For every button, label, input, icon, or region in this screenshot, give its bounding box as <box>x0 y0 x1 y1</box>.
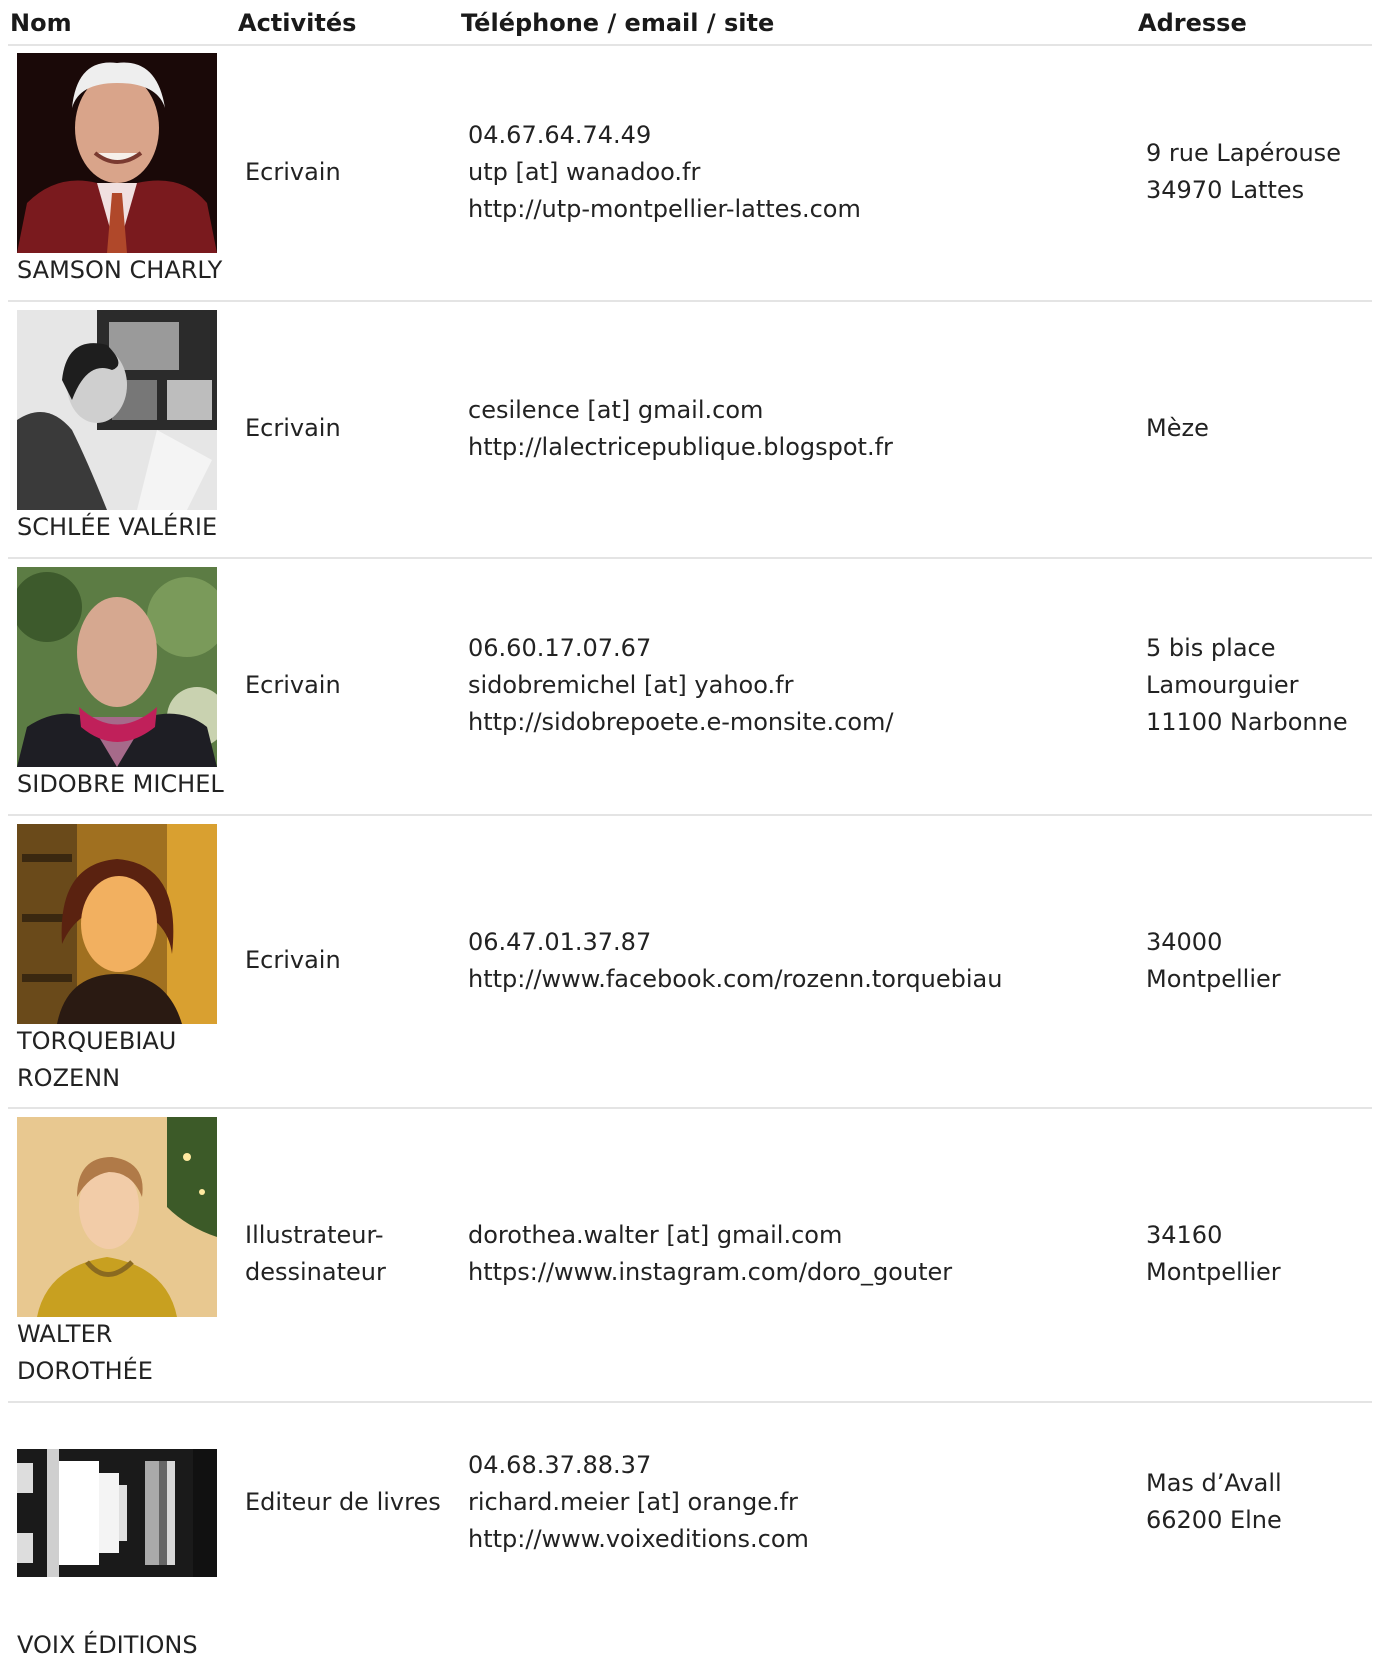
activity-cell: Ecrivain <box>245 44 455 300</box>
contact-cell: 06.60.17.07.67 sidobremichel [at] yahoo.… <box>468 557 1128 814</box>
address-cell: 34160 Montpellier <box>1146 1107 1372 1401</box>
contact-cell: 06.47.01.37.87 http://www.facebook.com/r… <box>468 814 1128 1107</box>
contact-text: cesilence [at] gmail.com http://lalectri… <box>468 395 893 461</box>
header-activites: Activités <box>238 9 357 37</box>
activity-cell: Ecrivain <box>245 814 455 1107</box>
contact-text: 06.47.01.37.87 http://www.facebook.com/r… <box>468 927 1003 993</box>
portrait-photo <box>17 1117 217 1317</box>
contact-cell: 04.68.37.88.37 richard.meier [at] orange… <box>468 1401 1128 1603</box>
address-text: 34000 Montpellier <box>1146 927 1281 993</box>
person-name: SAMSON CHARLY <box>17 256 223 284</box>
person-name: SCHLÉE VALÉRIE <box>17 513 218 541</box>
portrait-photo <box>17 53 217 253</box>
address-cell: 5 bis place Lamourguier 11100 Narbonne <box>1146 557 1372 814</box>
address-cell: Mèze <box>1146 300 1372 557</box>
contact-text: 06.60.17.07.67 sidobremichel [at] yahoo.… <box>468 634 894 736</box>
address-cell: 34000 Montpellier <box>1146 814 1372 1107</box>
activity-cell: Ecrivain <box>245 557 455 814</box>
contact-cell: cesilence [at] gmail.com http://lalectri… <box>468 300 1128 557</box>
table-header: Nom Activités Téléphone / email / site A… <box>8 0 1372 46</box>
table-row: TORQUEBIAU ROZENN Ecrivain 06.47.01.37.8… <box>8 814 1372 1109</box>
table-row: SCHLÉE VALÉRIE Ecrivain cesilence [at] g… <box>8 300 1372 559</box>
activity-text: Ecrivain <box>245 671 341 699</box>
table-row: WALTER DOROTHÉE Illustrateur- dessinateu… <box>8 1107 1372 1403</box>
address-text: 5 bis place Lamourguier 11100 Narbonne <box>1146 634 1348 736</box>
contact-text: dorothea.walter [at] gmail.com https://w… <box>468 1221 953 1286</box>
address-cell: 9 rue Lapérouse 34970 Lattes <box>1146 44 1372 300</box>
address-text: 34160 Montpellier <box>1146 1221 1281 1286</box>
header-nom: Nom <box>10 9 72 37</box>
portrait-photo <box>17 567 217 767</box>
address-text: 9 rue Lapérouse 34970 Lattes <box>1146 139 1341 204</box>
directory-table: Nom Activités Téléphone / email / site A… <box>0 0 1380 1663</box>
logo-image <box>17 1449 217 1649</box>
header-contact: Téléphone / email / site <box>461 9 775 37</box>
activity-text: Ecrivain <box>245 414 341 442</box>
table-row: SAMSON CHARLY Ecrivain 04.67.64.74.49 ut… <box>8 44 1372 302</box>
activity-cell: Ecrivain <box>245 300 455 557</box>
activity-text: Editeur de livres <box>245 1487 441 1516</box>
publisher-name: VOIX ÉDITIONS <box>17 1631 198 1659</box>
activity-text: Ecrivain <box>245 157 341 186</box>
activity-text: Illustrateur- dessinateur <box>245 1221 386 1286</box>
address-cell: Mas d’Avall 66200 Elne <box>1146 1401 1372 1603</box>
table-row: SIDOBRE MICHEL Ecrivain 06.60.17.07.67 s… <box>8 557 1372 816</box>
contact-text: 04.68.37.88.37 richard.meier [at] orange… <box>468 1450 809 1553</box>
person-name: WALTER DOROTHÉE <box>17 1320 153 1385</box>
header-adresse: Adresse <box>1138 9 1247 37</box>
contact-text: 04.67.64.74.49 utp [at] wanadoo.fr http:… <box>468 120 861 223</box>
activity-cell: Editeur de livres <box>245 1401 455 1603</box>
activity-cell: Illustrateur- dessinateur <box>245 1107 455 1401</box>
activity-text: Ecrivain <box>245 946 341 974</box>
table-row: VOIX ÉDITIONS Editeur de livres 04.68.37… <box>8 1401 1372 1663</box>
contact-cell: dorothea.walter [at] gmail.com https://w… <box>468 1107 1128 1401</box>
person-name: TORQUEBIAU ROZENN <box>17 1027 177 1092</box>
person-name: SIDOBRE MICHEL <box>17 770 224 798</box>
portrait-photo <box>17 310 217 510</box>
contact-cell: 04.67.64.74.49 utp [at] wanadoo.fr http:… <box>468 44 1128 300</box>
portrait-photo <box>17 824 217 1024</box>
address-text: Mas d’Avall 66200 Elne <box>1146 1469 1282 1534</box>
address-text: Mèze <box>1146 414 1209 442</box>
